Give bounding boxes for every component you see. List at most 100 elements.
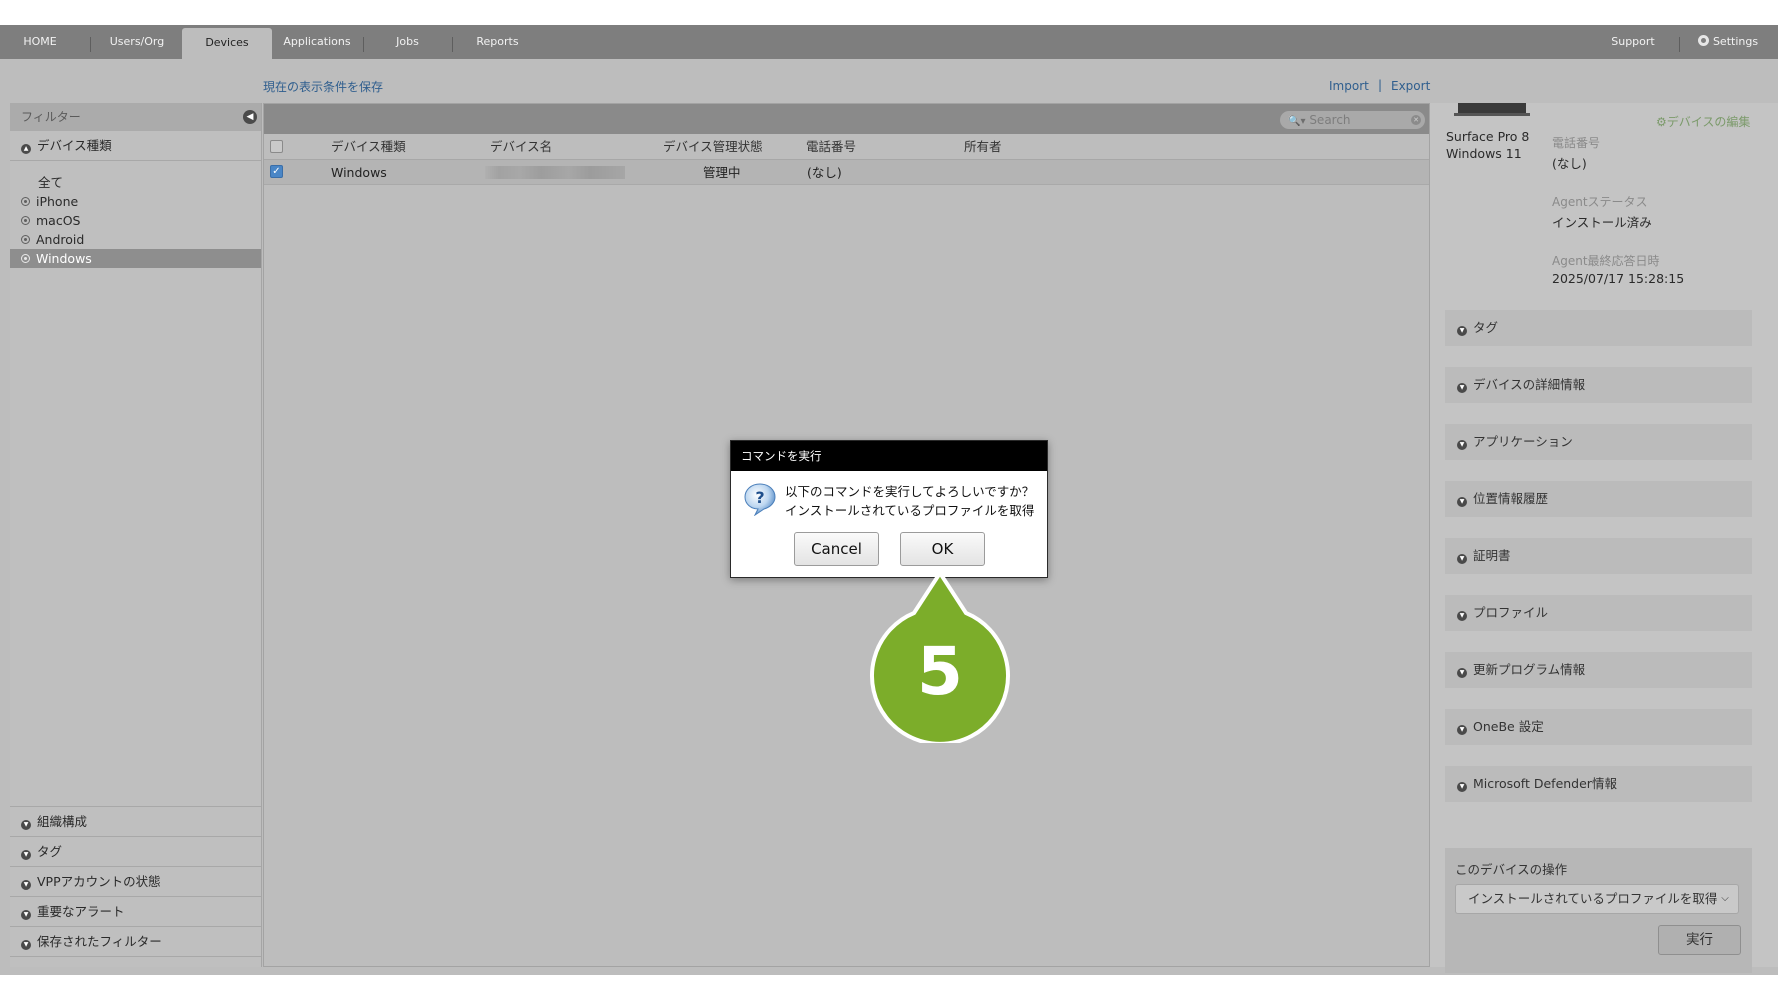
chevron-down-icon: ▼ bbox=[21, 910, 31, 920]
section-label: デバイス種類 bbox=[37, 138, 112, 153]
chevron-down-icon: ▼ bbox=[1457, 497, 1467, 507]
filter-option-macos[interactable]: macOS bbox=[10, 211, 261, 230]
col-device-name[interactable]: デバイス名 bbox=[490, 134, 552, 160]
accordion-label: 位置情報履歴 bbox=[1473, 491, 1549, 506]
section-vpp[interactable]: ▼ VPPアカウントの状態 bbox=[10, 867, 261, 897]
accordion-updates[interactable]: ▼ 更新プログラム情報 bbox=[1445, 652, 1752, 688]
question-icon: ? bbox=[744, 483, 776, 516]
chevron-down-icon: ▼ bbox=[1457, 668, 1467, 678]
col-owner[interactable]: 所有者 bbox=[964, 134, 1002, 160]
radio-icon bbox=[21, 216, 30, 225]
col-phone[interactable]: 電話番号 bbox=[806, 134, 856, 160]
gear-icon: ⚙ bbox=[1656, 115, 1667, 129]
search-input[interactable]: 🔍▾ Search ✕ bbox=[1280, 111, 1425, 129]
cell-phone: (なし) bbox=[807, 165, 842, 180]
collapse-sidebar-button[interactable]: ◀ bbox=[243, 110, 257, 124]
filter-header: フィルター ◀ bbox=[10, 103, 261, 131]
device-model: Surface Pro 8 bbox=[1446, 129, 1530, 144]
accordion-label: 更新プログラム情報 bbox=[1473, 662, 1586, 677]
step-callout: 5 bbox=[870, 573, 1010, 743]
section-device-type[interactable]: ▲ デバイス種類 bbox=[10, 131, 261, 161]
accordion-location-history[interactable]: ▼ 位置情報履歴 bbox=[1445, 481, 1752, 517]
chevron-down-icon: ▼ bbox=[1457, 554, 1467, 564]
accordion-applications[interactable]: ▼ アプリケーション bbox=[1445, 424, 1752, 460]
save-view-link[interactable]: 現在の表示条件を保存 bbox=[263, 78, 383, 95]
filter-option-iphone[interactable]: iPhone bbox=[10, 192, 261, 211]
filter-option-android[interactable]: Android bbox=[10, 230, 261, 249]
settings-link[interactable]: Settings bbox=[1688, 25, 1768, 59]
accordion-label: 証明書 bbox=[1473, 548, 1511, 563]
execute-button[interactable]: 実行 bbox=[1658, 925, 1741, 955]
dialog-message-line1: 以下のコマンドを実行してよろしいですか？ bbox=[785, 484, 1035, 499]
nav-separator bbox=[363, 37, 364, 52]
chevron-down-icon: ▼ bbox=[21, 850, 31, 860]
phone-label: 電話番号 bbox=[1552, 136, 1601, 150]
agent-status-label: Agentステータス bbox=[1552, 195, 1648, 209]
radio-icon bbox=[21, 254, 30, 263]
chevron-down-icon: ▼ bbox=[1457, 611, 1467, 621]
table-toolbar: 🔍▾ Search ✕ bbox=[264, 104, 1429, 134]
col-status[interactable]: デバイス管理状態 bbox=[663, 134, 763, 160]
nav-separator bbox=[1679, 37, 1680, 52]
cancel-button[interactable]: Cancel bbox=[794, 532, 879, 566]
accordion-label: タグ bbox=[1473, 320, 1499, 335]
chevron-left-icon: ◀ bbox=[246, 112, 254, 122]
agent-last-label: Agent最終応答日時 bbox=[1552, 254, 1660, 268]
device-operations: このデバイスの操作 インストールされているプロファイルを取得 ⌵ 実行 bbox=[1445, 848, 1752, 973]
search-placeholder: Search bbox=[1309, 113, 1351, 127]
dialog-title: コマンドを実行 bbox=[731, 441, 1047, 471]
phone-value: (なし) bbox=[1552, 156, 1587, 171]
tab-applications[interactable]: Applications bbox=[272, 25, 362, 59]
section-tag[interactable]: ▼ タグ bbox=[10, 837, 261, 867]
radio-icon bbox=[21, 235, 30, 244]
chevron-down-icon: ▼ bbox=[1457, 440, 1467, 450]
accordion-device-details[interactable]: ▼ デバイスの詳細情報 bbox=[1445, 367, 1752, 403]
chevron-down-icon: ⌵ bbox=[1718, 885, 1732, 913]
device-image-icon bbox=[1454, 103, 1530, 116]
import-link[interactable]: Import bbox=[1329, 79, 1369, 93]
tab-users-org[interactable]: Users/Org bbox=[92, 25, 182, 59]
clear-icon[interactable]: ✕ bbox=[1411, 115, 1421, 125]
filter-option-all[interactable]: 全て bbox=[10, 173, 261, 192]
chevron-down-icon: ▼ bbox=[21, 940, 31, 950]
section-org[interactable]: ▼ 組織構成 bbox=[10, 807, 261, 837]
accordion-tag[interactable]: ▼ タグ bbox=[1445, 310, 1752, 346]
command-confirm-dialog: コマンドを実行 ? 以下のコマンドを実行してよろしいですか？ インストールされて… bbox=[730, 440, 1048, 578]
gear-icon bbox=[1697, 35, 1709, 46]
bottom-sections: ▼ 組織構成 ▼ タグ ▼ VPPアカウントの状態 ▼ 重要なアラート ▼ 保存されたフィ… bbox=[10, 806, 261, 957]
select-all-checkbox[interactable] bbox=[270, 140, 283, 153]
section-label: タグ bbox=[37, 844, 63, 859]
table-row[interactable]: ✓ Windows 管理中 (なし) bbox=[264, 160, 1429, 185]
device-detail-panel: ⚙デバイスの編集 Surface Pro 8 Windows 11 電話番号 (… bbox=[1430, 103, 1778, 973]
accordion-label: プロファイル bbox=[1473, 605, 1549, 620]
agent-last-value: 2025/07/17 15:28:15 bbox=[1552, 271, 1685, 286]
edit-device-link[interactable]: ⚙デバイスの編集 bbox=[1656, 113, 1750, 130]
accordion-defender[interactable]: ▼ Microsoft Defender情報 bbox=[1445, 766, 1752, 802]
support-link[interactable]: Support bbox=[1600, 25, 1666, 59]
option-label: Android bbox=[36, 232, 85, 247]
section-alerts[interactable]: ▼ 重要なアラート bbox=[10, 897, 261, 927]
accordion-profiles[interactable]: ▼ プロファイル bbox=[1445, 595, 1752, 631]
cell-device-type: Windows bbox=[331, 165, 387, 180]
app-window: HOME Users/Org Devices Applications Jobs… bbox=[0, 25, 1778, 975]
accordion-onebe-settings[interactable]: ▼ OneBe 設定 bbox=[1445, 709, 1752, 745]
table-header: デバイス種類 デバイス名 デバイス管理状態 電話番号 所有者 bbox=[264, 134, 1429, 160]
option-label: iPhone bbox=[36, 194, 79, 209]
section-saved-filters[interactable]: ▼ 保存されたフィルター bbox=[10, 927, 261, 957]
ok-button[interactable]: OK bbox=[900, 532, 985, 566]
export-link[interactable]: Export bbox=[1391, 79, 1430, 93]
tab-home[interactable]: HOME bbox=[0, 25, 80, 59]
chevron-down-icon: ▼ bbox=[21, 880, 31, 890]
tab-reports[interactable]: Reports bbox=[454, 25, 541, 59]
step-number: 5 bbox=[917, 633, 963, 710]
operation-select[interactable]: インストールされているプロファイルを取得 ⌵ bbox=[1455, 884, 1739, 914]
tab-devices[interactable]: Devices bbox=[182, 28, 272, 60]
accordion-certificates[interactable]: ▼ 証明書 bbox=[1445, 538, 1752, 574]
col-device-type[interactable]: デバイス種類 bbox=[331, 134, 406, 160]
chevron-down-icon: ▼ bbox=[1457, 725, 1467, 735]
tab-jobs[interactable]: Jobs bbox=[365, 25, 450, 59]
dialog-message-line2: インストールされているプロファイルを取得 bbox=[785, 503, 1035, 518]
row-checkbox[interactable]: ✓ bbox=[270, 165, 283, 178]
filter-option-windows[interactable]: Windows bbox=[10, 249, 261, 268]
